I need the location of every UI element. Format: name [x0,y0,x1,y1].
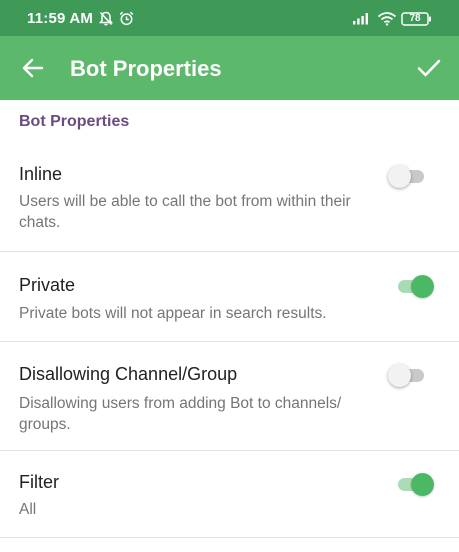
setting-description-line: Users will be able to call the bot from … [19,193,351,210]
setting-description: All [19,499,389,520]
setting-description-line: chats. [19,214,61,231]
back-button[interactable] [14,49,52,87]
muted-bell-icon [99,11,113,26]
private-toggle[interactable] [388,273,434,299]
status-time: 11:59 AM [27,10,94,27]
signal-icon [353,13,368,25]
setting-description: Private bots will not appear in search r… [19,303,389,324]
alarm-clock-icon [119,11,134,26]
setting-row-disallowing-channel-group[interactable]: Disallowing Channel/Group Disallowing us… [0,343,459,451]
filter-toggle[interactable] [388,471,434,497]
setting-title: Filter [19,472,59,492]
disallowing-channel-group-toggle[interactable] [388,362,428,388]
setting-row-filter[interactable]: Filter All [0,452,459,538]
section-header: Bot Properties [19,113,130,130]
toggle-knob [388,165,411,188]
toggle-knob [411,275,434,298]
setting-description-line: Disallowing users from adding Bot to cha… [19,395,342,412]
arrow-left-icon [22,58,44,78]
setting-description: Users will be able to call the bot from … [19,191,389,233]
setting-value: All [19,501,37,518]
setting-title: Inline [19,164,63,184]
toolbar: Bot Properties [0,36,459,100]
toggle-knob [411,473,434,496]
setting-description: Disallowing users from adding Bot to cha… [19,393,389,435]
setting-row-inline[interactable]: Inline Users will be able to call the bo… [0,147,459,252]
setting-title: Disallowing Channel/Group [19,364,238,384]
inline-toggle[interactable] [388,163,428,189]
toggle-knob [388,364,411,387]
done-button[interactable] [410,49,448,87]
setting-row-private[interactable]: Private Private bots will not appear in … [0,253,459,342]
setting-description-line: Private bots will not appear in search r… [19,305,327,322]
battery-level: 78 [409,13,421,24]
checkmark-icon [417,59,441,77]
status-bar: 11:59 AM 78 [0,0,459,36]
wifi-icon [377,12,397,26]
setting-description-line: groups. [19,416,71,433]
setting-title: Private [19,275,76,295]
page-title: Bot Properties [70,56,222,81]
